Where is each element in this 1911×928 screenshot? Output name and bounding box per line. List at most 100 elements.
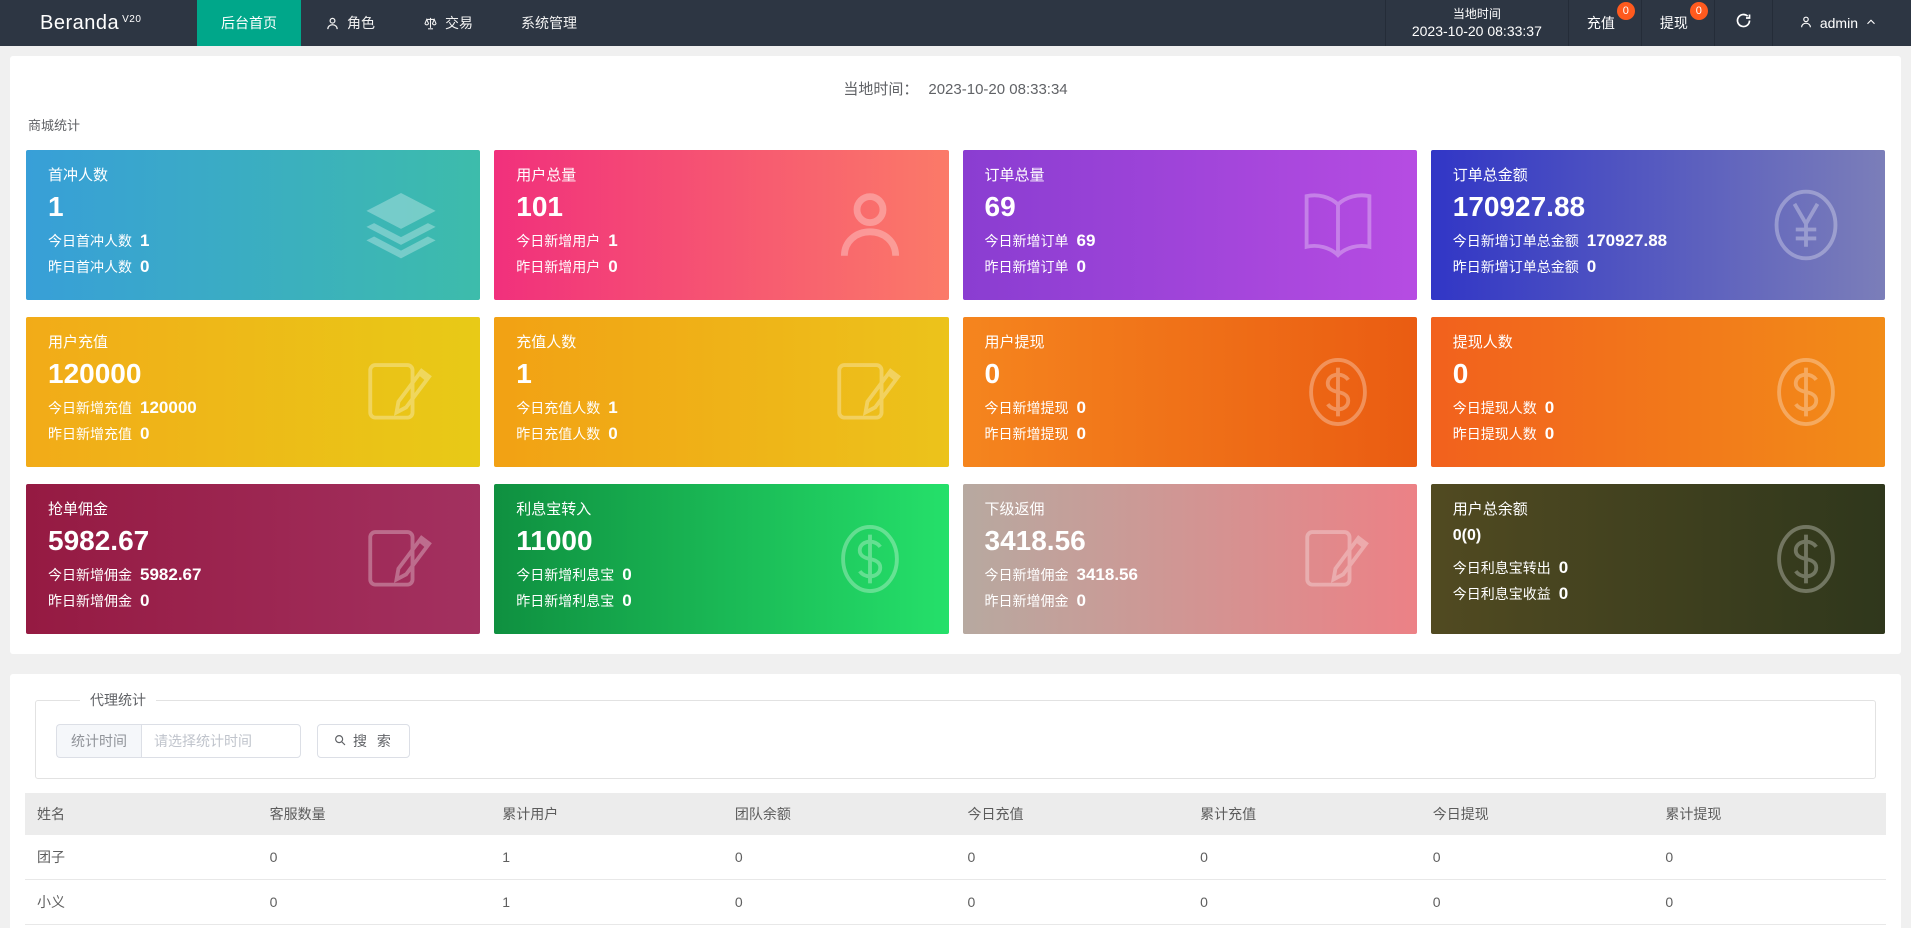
top-navbar: Beranda V20 后台首页 角色 交易 系统管理 当地时间 2023-10-20… — [0, 0, 1911, 46]
stat-card[interactable]: 首冲人数 1 今日首冲人数 1 昨日首冲人数 0 — [26, 150, 481, 300]
stat-card-today-label: 今日新增充值 — [48, 400, 132, 416]
stat-card-today-value: 0 — [622, 565, 632, 584]
stat-card-today-label: 今日新增佣金 — [48, 567, 132, 583]
table-cell: 0 — [1420, 835, 1654, 880]
stat-card-yesterday-label: 昨日新增利息宝 — [516, 593, 615, 609]
menu-item-label: 角色 — [347, 15, 375, 31]
stat-card[interactable]: 抢单佣金 5982.67 今日新增佣金 5982.67 昨日新增佣金 0 — [26, 484, 481, 634]
search-button[interactable]: 搜 索 — [317, 724, 410, 758]
stat-card-yesterday-value: 0 — [1076, 591, 1086, 610]
refresh-button[interactable] — [1713, 0, 1772, 46]
stat-card-yesterday-label: 昨日新增用户 — [516, 259, 601, 275]
user-menu[interactable]: admin — [1771, 0, 1911, 46]
table-cell: 1 — [490, 924, 723, 928]
user-icon — [325, 16, 340, 31]
stat-cards-grid: 首冲人数 1 今日首冲人数 1 昨日首冲人数 0 用户总量 101 今日新增用户… — [26, 150, 1885, 634]
table-row: 小洋0100000 — [25, 924, 1886, 928]
table-cell: 1 — [490, 835, 723, 880]
stat-card[interactable]: 用户总余额 0(0) 今日利息宝转出 0 今日利息宝收益 0 — [1430, 484, 1885, 634]
agent-table: 姓名 客服数量 累计用户 团队余额 今日充值 累计充值 今日提现 累计提现 团子 0 1 0 0 0 0 0… — [25, 793, 1886, 928]
table-cell: 小洋 — [25, 924, 258, 928]
recharge-badge: 0 — [1616, 2, 1635, 20]
menu-item-0[interactable]: 后台首页 — [197, 0, 301, 46]
menu-item-3[interactable]: 系统管理 — [497, 0, 601, 46]
table-cell: 0 — [1653, 835, 1886, 880]
table-header-cell: 今日充值 — [955, 793, 1189, 835]
withdraw-label: 提现 — [1659, 15, 1688, 31]
brand-version: V20 — [122, 13, 142, 25]
table-header-cell: 客服数量 — [257, 793, 491, 835]
panel-time-label: 当地时间： — [843, 81, 919, 98]
edit-icon — [1297, 518, 1379, 600]
recharge-button[interactable]: 充值 0 — [1567, 0, 1641, 46]
table-cell: 0 — [722, 835, 956, 880]
stat-card-today-label: 今日利息宝转出 — [1452, 560, 1551, 576]
stat-card-today-value: 3418.56 — [1076, 565, 1138, 584]
panel-time-value: 2023-10-20 08:33:34 — [928, 81, 1068, 98]
stat-card-yesterday-label: 昨日新增订单总金额 — [1452, 259, 1579, 275]
stat-card[interactable]: 利息宝转入 11000 今日新增利息宝 0 昨日新增利息宝 0 — [494, 484, 949, 634]
withdraw-button[interactable]: 提现 0 — [1640, 0, 1714, 46]
menu-item-2[interactable]: 交易 — [399, 0, 497, 46]
stat-time-label: 统计时间 — [56, 724, 141, 758]
table-cell: 0 — [955, 835, 1189, 880]
table-cell: 0 — [955, 879, 1189, 925]
user-icon — [829, 184, 911, 266]
stat-card-yesterday-value: 0 — [622, 591, 632, 610]
stat-card-yesterday-label: 今日利息宝收益 — [1452, 586, 1551, 602]
table-cell: 0 — [722, 879, 956, 925]
stat-card[interactable]: 充值人数 1 今日充值人数 1 昨日充值人数 0 — [494, 317, 949, 467]
dollar-icon — [1765, 518, 1847, 600]
table-header-cell: 姓名 — [25, 793, 258, 835]
navbar-local-time: 当地时间 2023-10-20 08:33:37 — [1384, 0, 1568, 46]
menu-item-label: 交易 — [445, 15, 473, 31]
stat-card-today-value: 1 — [140, 231, 150, 250]
layers-icon — [360, 184, 442, 266]
stat-card-today-label: 今日新增订单总金额 — [1452, 233, 1579, 249]
stat-time-input[interactable] — [141, 724, 301, 758]
agent-filter-row: 统计时间 搜 索 — [56, 724, 1875, 758]
table-cell: 0 — [1420, 879, 1654, 925]
stat-card-yesterday-value: 0 — [608, 424, 618, 443]
table-cell: 0 — [1653, 924, 1886, 928]
table-cell: 0 — [1420, 924, 1654, 928]
stat-card[interactable]: 用户提现 0 今日新增提现 0 昨日新增提现 0 — [962, 317, 1417, 467]
stat-card-today-label: 今日新增利息宝 — [516, 567, 615, 583]
user-icon — [1799, 15, 1813, 32]
stat-card-today-value: 5982.67 — [140, 565, 202, 584]
table-row: 团子 0 1 0 0 0 0 0 — [25, 835, 1886, 880]
stat-card[interactable]: 订单总量 69 今日新增订单 69 昨日新增订单 0 — [962, 150, 1417, 300]
book-icon — [1297, 184, 1379, 266]
table-cell: 0 — [1188, 835, 1421, 880]
navbar-right: 当地时间 2023-10-20 08:33:37 充值 0 提现 0 admin — [1384, 0, 1911, 46]
stat-card[interactable]: 提现人数 0 今日提现人数 0 昨日提现人数 0 — [1430, 317, 1885, 467]
table-cell: 0 — [722, 924, 956, 928]
menu-item-1[interactable]: 角色 — [301, 0, 399, 46]
table-cell: 0 — [257, 835, 491, 880]
table-cell: 1 — [490, 879, 723, 925]
stat-card-yesterday-value: 0 — [1558, 584, 1569, 603]
search-button-label: 搜 索 — [353, 733, 394, 749]
stat-card-today-label: 今日新增订单 — [984, 233, 1069, 249]
stat-card[interactable]: 用户总量 101 今日新增用户 1 昨日新增用户 0 — [494, 150, 949, 300]
stat-card-yesterday-value: 0 — [1076, 424, 1086, 443]
table-cell: 0 — [1188, 879, 1421, 925]
table-header-cell: 累计提现 — [1653, 793, 1886, 835]
dollar-icon — [1297, 351, 1379, 433]
stat-card-yesterday-label: 昨日提现人数 — [1452, 426, 1537, 442]
refresh-icon — [1735, 12, 1752, 34]
agent-legend: 代理统计 — [90, 692, 146, 708]
stat-card-today-value: 0 — [1544, 398, 1555, 417]
stat-card-yesterday-label: 昨日新增佣金 — [984, 593, 1069, 609]
dollar-icon — [1765, 351, 1847, 433]
stat-card[interactable]: 下级返佣 3418.56 今日新增佣金 3418.56 昨日新增佣金 0 — [962, 484, 1417, 634]
stats-section-title: 商城统计 — [28, 118, 81, 133]
stat-card-yesterday-label: 昨日新增提现 — [984, 426, 1069, 442]
brand-name: Beranda — [40, 11, 120, 34]
brand-logo[interactable]: Beranda V20 — [0, 0, 165, 46]
stat-card-today-label: 今日充值人数 — [516, 400, 601, 416]
stat-card[interactable]: 用户充值 120000 今日新增充值 120000 昨日新增充值 0 — [26, 317, 481, 467]
stat-card[interactable]: 订单总金额 170927.88 今日新增订单总金额 170927.88 昨日新增… — [1430, 150, 1885, 300]
table-cell: 0 — [1653, 879, 1886, 925]
table-header-cell: 团队余额 — [722, 793, 956, 835]
